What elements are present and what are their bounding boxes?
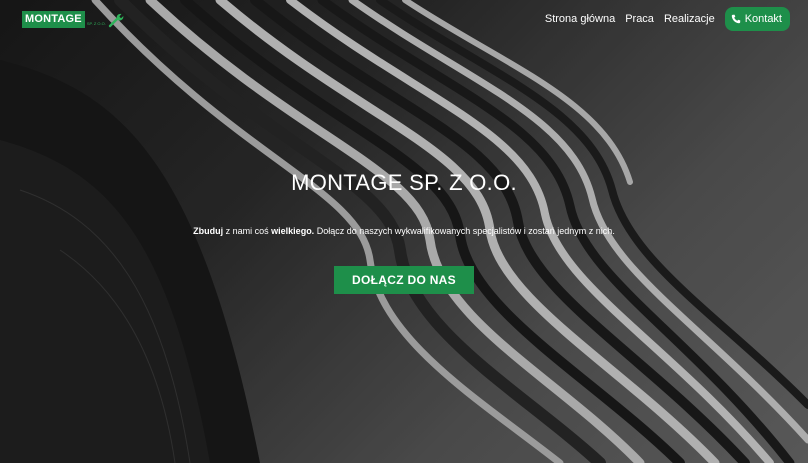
subtitle-text-2: Dołącz do naszych wykwalifikowanych spec… bbox=[314, 226, 615, 236]
logo-subtext: SP. Z O.O. bbox=[86, 21, 106, 26]
site-logo[interactable]: MONTAGE SP. Z O.O. bbox=[22, 11, 124, 28]
subtitle-text-1: z nami coś bbox=[223, 226, 272, 236]
hero-subtitle: Zbuduj z nami coś wielkiego. Dołącz do n… bbox=[0, 226, 808, 236]
wrench-icon bbox=[108, 13, 124, 27]
join-us-button[interactable]: DOŁĄCZ DO NAS bbox=[334, 266, 474, 294]
hero-title: MONTAGE SP. Z O.O. bbox=[291, 170, 517, 195]
nav-item-home[interactable]: Strona główna bbox=[545, 13, 615, 25]
subtitle-bold-2: wielkiego. bbox=[271, 226, 315, 236]
contact-label: Kontakt bbox=[744, 13, 782, 25]
logo-text: MONTAGE bbox=[22, 11, 85, 28]
contact-button[interactable]: Kontakt bbox=[724, 7, 790, 31]
subtitle-bold-1: Zbuduj bbox=[193, 226, 224, 236]
nav-item-praca[interactable]: Praca bbox=[625, 13, 654, 25]
main-nav: Strona główna Praca Realizacje Kontakt bbox=[545, 7, 790, 31]
phone-icon bbox=[731, 14, 740, 24]
nav-item-realizacje[interactable]: Realizacje bbox=[664, 13, 715, 25]
